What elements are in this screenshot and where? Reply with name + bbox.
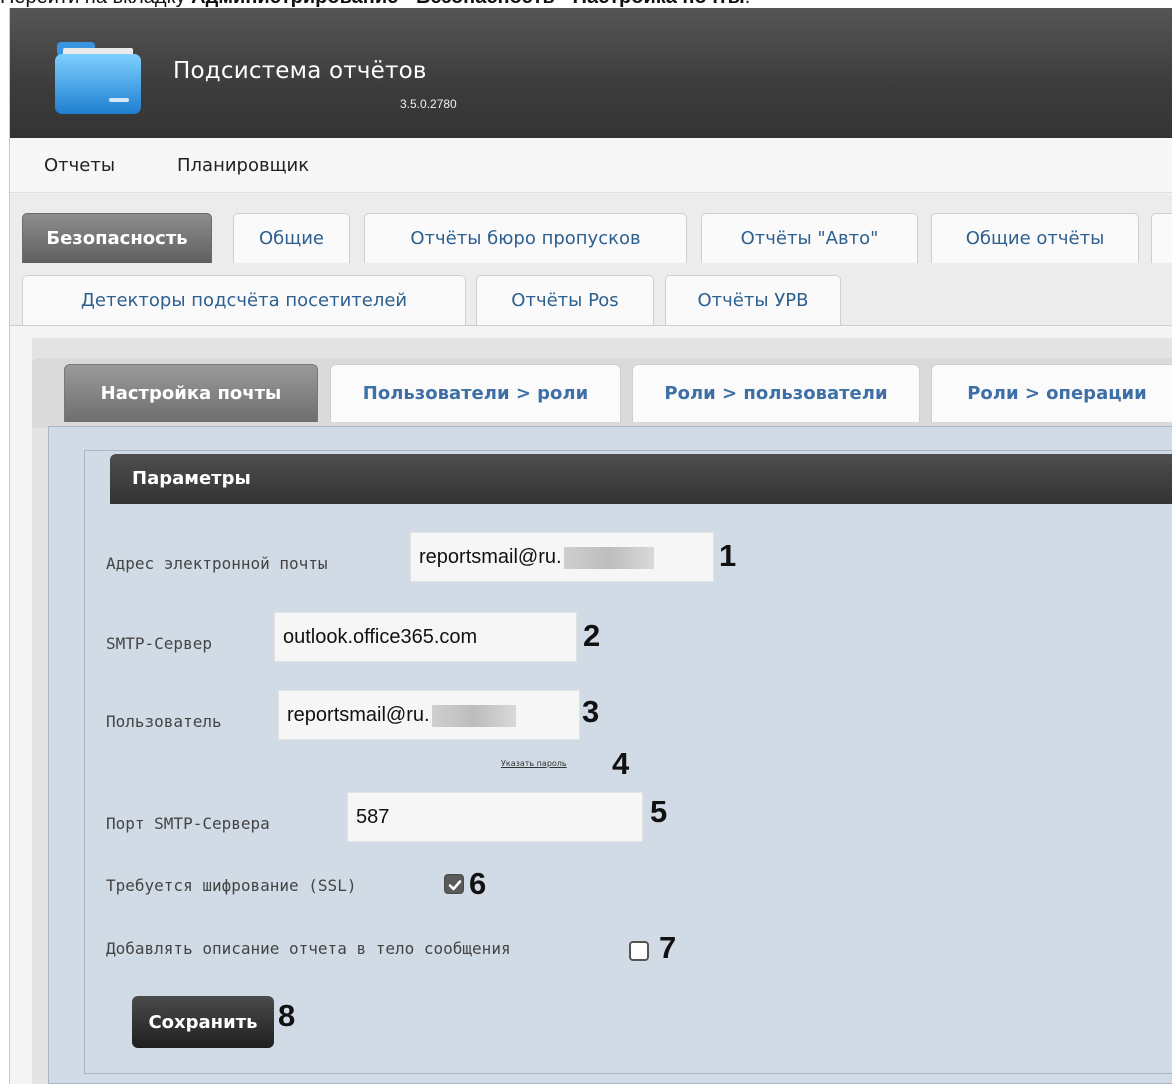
menu-bar: Отчеты Планировщик xyxy=(10,138,1172,193)
callout-1: 1 xyxy=(719,538,737,573)
tab-auto-reports[interactable]: Отчёты "Авто" xyxy=(701,213,918,263)
app-title: Подсистема отчётов xyxy=(173,58,427,84)
instruction-suffix: . xyxy=(745,0,751,8)
callout-2: 2 xyxy=(583,618,601,653)
tab-common-reports[interactable]: Общие отчёты xyxy=(931,213,1139,263)
subtab-roles-operations[interactable]: Роли > операции xyxy=(931,364,1172,422)
callout-7: 7 xyxy=(659,930,677,965)
redacted-email-domain xyxy=(563,546,654,569)
menu-item-scheduler[interactable]: Планировщик xyxy=(177,155,309,176)
tab-pos-reports[interactable]: Отчёты Pos xyxy=(476,275,654,325)
instruction-text: Перейти на вкладку Администрирование - Б… xyxy=(0,0,1172,8)
app-version: 3.5.0.2780 xyxy=(400,97,457,111)
user-value: reportsmail@ru. xyxy=(287,704,430,726)
subtab-mail-settings[interactable]: Настройка почты xyxy=(64,364,318,422)
ssl-label: Требуется шифрование (SSL) xyxy=(106,876,357,895)
subtab-roles-users[interactable]: Роли > пользователи xyxy=(632,364,920,422)
redacted-user-domain xyxy=(431,704,516,727)
instruction-path: Администрирование - Безопасность - Настр… xyxy=(191,0,745,8)
checkmark-icon xyxy=(448,880,462,891)
user-field[interactable]: reportsmail@ru. xyxy=(278,690,580,740)
tab-time-reports[interactable]: Отчёты УРВ xyxy=(665,275,841,325)
smtp-value: outlook.office365.com xyxy=(283,626,478,648)
smtp-label: SMTP-Сервер xyxy=(106,634,212,653)
tab-general[interactable]: Общие xyxy=(233,213,350,263)
email-label: Адрес электронной почты xyxy=(106,554,328,573)
smtp-field[interactable]: outlook.office365.com xyxy=(274,612,577,662)
callout-3: 3 xyxy=(582,694,600,729)
desc-checkbox[interactable] xyxy=(629,941,649,961)
instruction-prefix: Перейти на вкладку xyxy=(0,0,191,8)
app-header: Подсистема отчётов 3.5.0.2780 xyxy=(10,8,1172,138)
tab-pass-bureau-reports[interactable]: Отчёты бюро пропусков xyxy=(364,213,687,263)
subtab-users-roles[interactable]: Пользователи > роли xyxy=(330,364,621,422)
callout-6: 6 xyxy=(469,866,487,901)
tab-visitor-counters[interactable]: Детекторы подсчёта посетителей xyxy=(22,275,466,325)
port-field[interactable]: 587 xyxy=(347,792,643,842)
desc-label: Добавлять описание отчета в тело сообщен… xyxy=(106,939,511,958)
email-value: reportsmail@ru. xyxy=(419,546,562,568)
ssl-checkbox[interactable] xyxy=(444,874,464,894)
user-label: Пользователь xyxy=(106,712,222,731)
main-tabs: Безопасность Общие Отчёты бюро пропусков… xyxy=(10,194,1172,326)
save-button[interactable]: Сохранить xyxy=(132,996,274,1048)
callout-4: 4 xyxy=(612,746,630,781)
email-field[interactable]: reportsmail@ru. xyxy=(410,532,714,582)
callout-8: 8 xyxy=(278,998,296,1033)
tab-more[interactable] xyxy=(1151,213,1172,263)
callout-5: 5 xyxy=(650,794,668,829)
tab-security[interactable]: Безопасность xyxy=(22,213,212,263)
set-password-link[interactable]: Указать пароль xyxy=(501,759,567,768)
menu-item-reports[interactable]: Отчеты xyxy=(44,155,115,176)
port-label: Порт SMTP-Сервера xyxy=(106,814,270,833)
params-header: Параметры xyxy=(110,454,1172,504)
params-title: Параметры xyxy=(132,468,251,489)
port-value: 587 xyxy=(356,806,390,828)
app-window: Подсистема отчётов 3.5.0.2780 Отчеты Пла… xyxy=(9,8,1172,1084)
folder-icon xyxy=(55,42,141,114)
